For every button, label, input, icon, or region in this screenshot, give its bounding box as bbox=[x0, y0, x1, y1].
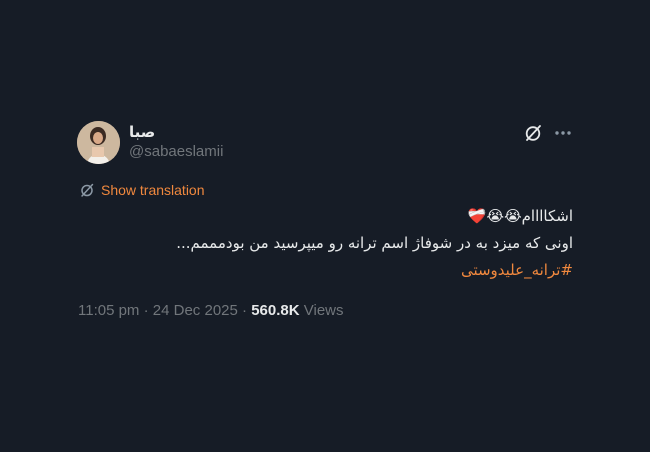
separator-dot: · bbox=[143, 302, 153, 319]
views-count: 560.8K bbox=[251, 302, 300, 319]
more-icon[interactable] bbox=[553, 123, 573, 143]
tweet-time[interactable]: 11:05 pm bbox=[78, 302, 139, 319]
tweet: صبا @sabaeslamii Show translation اشکااا… bbox=[0, 0, 650, 452]
tweet-line-1: اشکاااام😭😭❤️‍🩹 bbox=[73, 203, 573, 230]
tweet-line-3: #ترانه_علیدوستی bbox=[73, 257, 573, 284]
separator-dot: · bbox=[242, 302, 252, 319]
tweet-line-2: اونی که میزد به در شوفاژ اسم ترانه رو می… bbox=[176, 234, 573, 252]
user-handle[interactable]: @sabaeslamii bbox=[129, 143, 223, 160]
display-name[interactable]: صبا bbox=[129, 123, 155, 141]
show-translation-button[interactable]: Show translation bbox=[79, 182, 205, 198]
tweet-line-1-text: اشکاااام bbox=[521, 207, 573, 225]
views-label: Views bbox=[303, 302, 344, 319]
hashtag-link[interactable]: #ترانه_علیدوستی bbox=[461, 261, 573, 279]
show-translation-label: Show translation bbox=[101, 182, 205, 198]
tweet-date[interactable]: 24 Dec 2025 bbox=[153, 302, 238, 319]
avatar[interactable] bbox=[77, 121, 120, 164]
translate-icon bbox=[79, 182, 95, 198]
grok-icon[interactable] bbox=[523, 123, 543, 143]
emoji-group: 😭😭❤️‍🩹 bbox=[467, 207, 522, 225]
tweet-meta: 11:05 pm · 24 Dec 2025 · 560.8K Views bbox=[78, 302, 344, 319]
tweet-text: اشکاااام😭😭❤️‍🩹 اونی که میزد به در شوفاژ … bbox=[73, 203, 573, 284]
